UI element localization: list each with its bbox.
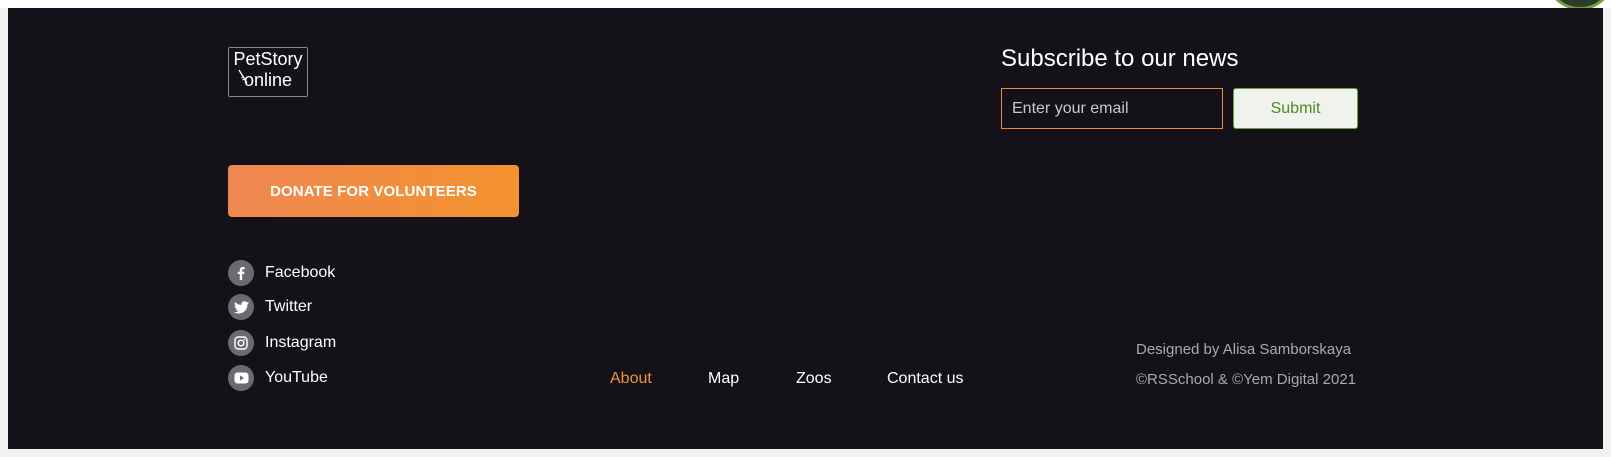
- social-label-facebook: Facebook: [265, 264, 336, 281]
- youtube-icon: [228, 365, 254, 391]
- nav-link-map[interactable]: Map: [708, 370, 739, 388]
- social-label-twitter: Twitter: [265, 298, 313, 315]
- logo-text-line1: PetStory: [233, 49, 303, 69]
- social-label-instagram: Instagram: [265, 334, 337, 351]
- social-link-twitter[interactable]: Twitter: [228, 293, 378, 321]
- copyright-text: ©RSSchool & ©Yem Digital 2021: [1136, 371, 1356, 388]
- subscribe-title: Subscribe to our news: [1001, 45, 1239, 72]
- nav-link-zoos[interactable]: Zoos: [796, 370, 832, 388]
- social-label-youtube: YouTube: [265, 369, 328, 386]
- twitter-icon: [228, 294, 254, 320]
- social-link-facebook[interactable]: Facebook: [228, 259, 378, 287]
- social-link-youtube[interactable]: YouTube: [228, 364, 378, 392]
- instagram-icon: [228, 330, 254, 356]
- email-input[interactable]: [1001, 88, 1223, 129]
- feather-icon: [238, 69, 248, 84]
- petstory-logo[interactable]: PetStory online: [228, 47, 308, 97]
- site-footer: PetStory online DONATE FOR VOLUNTEERS Fa…: [8, 8, 1603, 449]
- page-top-strip: [0, 0, 1611, 8]
- designer-credit: Designed by Alisa Samborskaya: [1136, 341, 1352, 358]
- social-link-instagram[interactable]: Instagram: [228, 329, 378, 357]
- facebook-icon: [228, 260, 254, 286]
- submit-button[interactable]: Submit: [1233, 88, 1358, 129]
- nav-link-contact-us[interactable]: Contact us: [887, 370, 963, 388]
- donate-button[interactable]: DONATE FOR VOLUNTEERS: [228, 165, 519, 217]
- nav-link-about[interactable]: About: [610, 370, 652, 388]
